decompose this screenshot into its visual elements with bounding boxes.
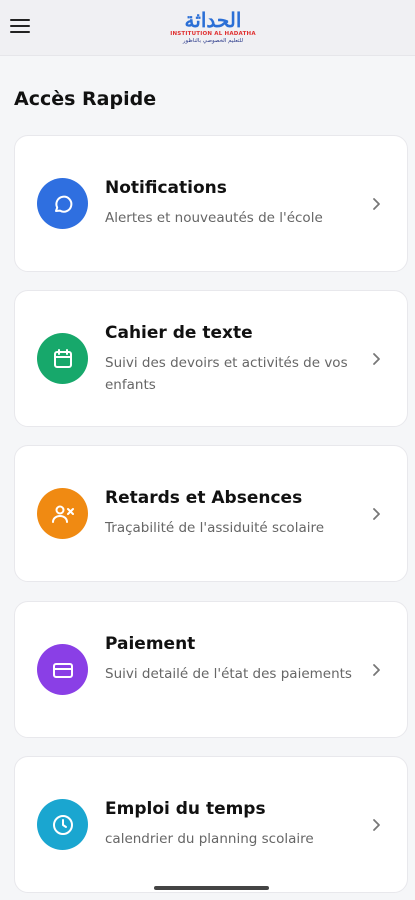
credit-card-icon xyxy=(37,644,88,695)
card-description: calendrier du planning scolaire xyxy=(105,831,314,847)
user-x-icon xyxy=(37,488,88,539)
card-description: Suivi detailé de l'état des paiements xyxy=(105,666,352,682)
chevron-right-icon xyxy=(373,198,380,210)
card-title: Emploi du temps xyxy=(105,799,266,819)
card-description: Alertes et nouveautés de l'école xyxy=(105,210,323,226)
chat-bubble-icon xyxy=(37,178,88,229)
logo-arabic-text: الحداثة xyxy=(184,8,243,32)
card-emploi-du-temps[interactable]: Emploi du temps calendrier du planning s… xyxy=(14,756,408,893)
chevron-right-icon xyxy=(373,353,380,365)
chevron-right-icon xyxy=(373,508,380,520)
card-retards-absences[interactable]: Retards et Absences Traçabilité de l'ass… xyxy=(14,445,408,582)
section-title: Accès Rapide xyxy=(14,88,157,110)
card-notifications[interactable]: Notifications Alertes et nouveautés de l… xyxy=(14,135,408,272)
card-cahier-de-texte[interactable]: Cahier de texte Suivi des devoirs et act… xyxy=(14,290,408,427)
calendar-icon xyxy=(37,333,88,384)
logo-latin-text: INSTITUTION AL HADATHA xyxy=(170,31,256,37)
card-description: Traçabilité de l'assiduité scolaire xyxy=(105,520,325,536)
school-logo: الحداثة INSTITUTION AL HADATHA للتعليم ا… xyxy=(163,3,263,51)
top-app-bar: الحداثة INSTITUTION AL HADATHA للتعليم ا… xyxy=(0,0,415,56)
card-description: Suivi des devoirs et activités de vos en… xyxy=(105,355,348,393)
card-paiement[interactable]: Paiement Suivi detailé de l'état des pai… xyxy=(14,601,408,738)
card-title: Cahier de texte xyxy=(105,323,253,343)
hamburger-menu-icon[interactable] xyxy=(10,14,36,38)
card-title: Paiement xyxy=(105,634,196,654)
logo-tagline: للتعليم الخصوصي بالناظور xyxy=(182,38,244,44)
chevron-right-icon xyxy=(373,819,380,831)
card-title: Notifications xyxy=(105,178,227,198)
home-indicator[interactable] xyxy=(154,886,269,890)
clock-icon xyxy=(37,799,88,850)
card-title: Retards et Absences xyxy=(105,488,303,508)
chevron-right-icon xyxy=(373,664,380,676)
